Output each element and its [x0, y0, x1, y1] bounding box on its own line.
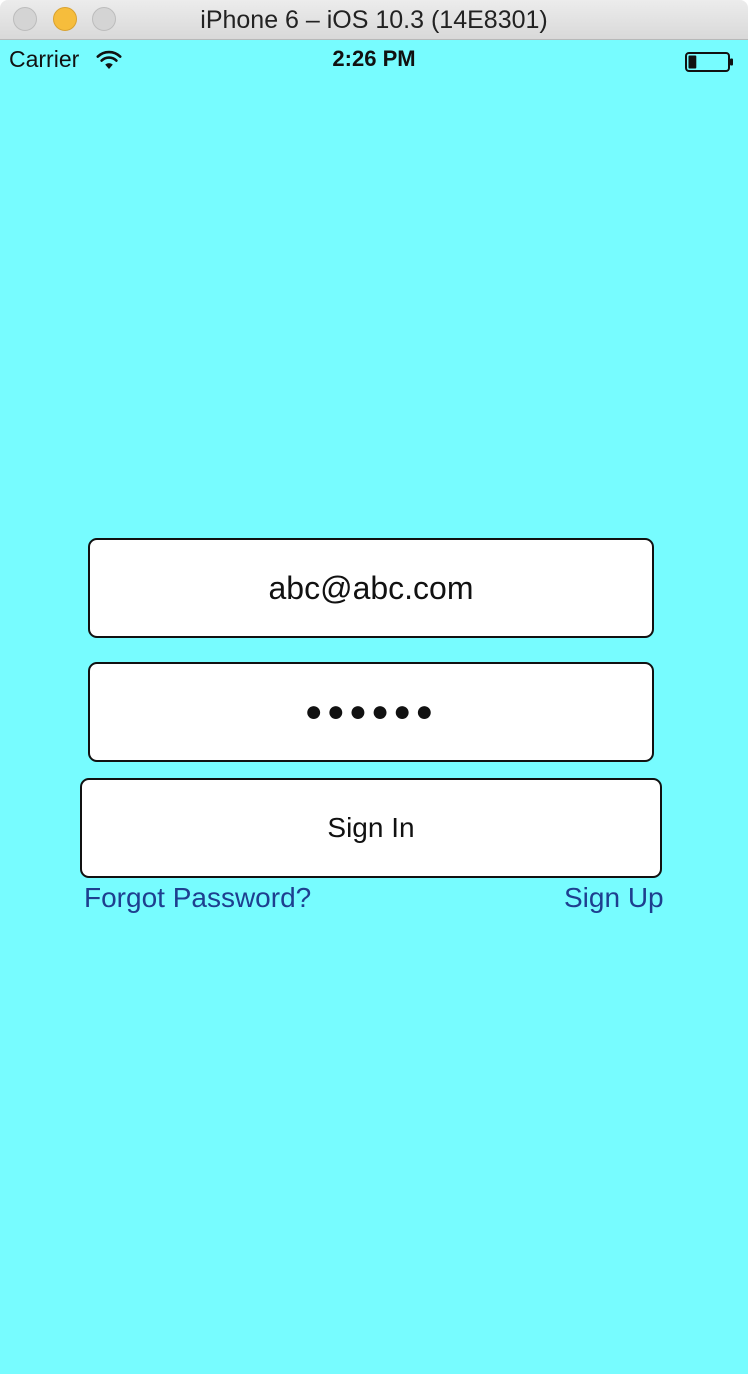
simulator-window: iPhone 6 – iOS 10.3 (14E8301) Carrier 2:…: [0, 0, 748, 1374]
email-field[interactable]: [88, 538, 654, 638]
status-bar: Carrier 2:26 PM: [0, 40, 748, 80]
email-input[interactable]: [90, 540, 652, 636]
sign-in-button[interactable]: Sign In: [80, 778, 662, 878]
battery-level-fill: [688, 55, 697, 69]
password-input[interactable]: [90, 664, 652, 760]
device-screen: Carrier 2:26 PM Sign In Forgot Password?…: [0, 40, 748, 1374]
sign-up-link[interactable]: Sign Up: [564, 882, 664, 914]
forgot-password-link[interactable]: Forgot Password?: [84, 882, 311, 914]
password-field[interactable]: [88, 662, 654, 762]
status-time: 2:26 PM: [332, 46, 416, 71]
window-titlebar: iPhone 6 – iOS 10.3 (14E8301): [0, 0, 748, 40]
window-title: iPhone 6 – iOS 10.3 (14E8301): [200, 6, 548, 34]
battery-icon: [685, 52, 733, 72]
